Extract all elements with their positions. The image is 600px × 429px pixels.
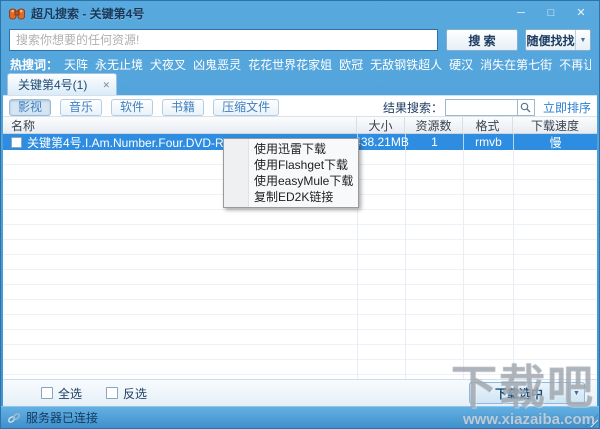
minimize-button[interactable]: ─ (511, 6, 531, 21)
filter-toolbar: 影视 音乐 软件 书籍 压缩文件 结果搜索： 立即排序 (3, 96, 597, 116)
download-selected-label: 下载选中 (470, 385, 568, 402)
filter-music-button[interactable]: 音乐 (60, 99, 102, 116)
invert-select-checkbox[interactable] (106, 387, 118, 399)
hot-term[interactable]: 花花世界花家姐 (248, 56, 332, 72)
hot-term[interactable]: 天阵 (64, 56, 88, 72)
result-search-label: 结果搜索： (383, 99, 443, 116)
hot-term[interactable]: 凶鬼恶灵 (193, 56, 241, 72)
search-input[interactable] (9, 29, 438, 51)
hot-term[interactable]: 犬夜叉 (150, 56, 186, 72)
search-icon[interactable] (517, 99, 535, 116)
binoculars-icon (9, 7, 25, 20)
hot-term[interactable]: 无敌钢铁超人 (370, 56, 442, 72)
header-size[interactable]: 大小 (357, 117, 405, 133)
title-bar: 超凡搜索 - 关键第4号 ─ □ ✕ (1, 1, 599, 25)
tab-close-icon[interactable]: ✕ (102, 80, 110, 90)
chevron-down-icon[interactable]: ▼ (575, 30, 590, 50)
download-selected-button[interactable]: 下载选中 ▼ (469, 382, 585, 404)
lucky-search-label: 随便找找 (526, 32, 575, 49)
result-search-group: 结果搜索： 立即排序 (383, 99, 591, 116)
status-bar: 服务器已连接 (1, 406, 599, 428)
select-all-checkbox[interactable] (41, 387, 53, 399)
filter-books-button[interactable]: 书籍 (162, 99, 204, 116)
header-count[interactable]: 资源数 (405, 117, 463, 133)
result-speed-cell: 慢 (513, 134, 597, 150)
header-speed[interactable]: 下载速度 (513, 117, 597, 133)
app-window: 超凡搜索 - 关键第4号 ─ □ ✕ 搜 索 随便找找 ▼ 热搜词： 天阵 永无… (0, 0, 600, 429)
context-menu: 使用迅雷下载 使用Flashget下载 使用easyMule下载 复制ED2K链… (223, 138, 359, 208)
status-text: 服务器已连接 (26, 409, 98, 426)
hot-words-label: 热搜词： (10, 56, 58, 72)
menu-item-flashget-download[interactable]: 使用Flashget下载 (224, 157, 358, 173)
row-checkbox[interactable] (11, 137, 22, 148)
maximize-button[interactable]: □ (541, 6, 561, 21)
invert-select-group[interactable]: 反选 (106, 385, 147, 402)
sort-now-link[interactable]: 立即排序 (543, 99, 591, 116)
window-title: 超凡搜索 - 关键第4号 (31, 5, 144, 22)
hot-term[interactable]: 永无止境 (95, 56, 143, 72)
select-all-group[interactable]: 全选 (41, 385, 82, 402)
link-icon (7, 412, 21, 424)
filter-video-button[interactable]: 影视 (9, 99, 51, 116)
search-button[interactable]: 搜 索 (446, 29, 518, 51)
result-format-cell: rmvb (463, 134, 513, 150)
hot-words-row: 热搜词： 天阵 永无止境 犬夜叉 凶鬼恶灵 花花世界花家姐 欧冠 无敌钢铁超人 … (10, 56, 591, 72)
filter-archive-button[interactable]: 压缩文件 (213, 99, 279, 116)
menu-item-easymule-download[interactable]: 使用easyMule下载 (224, 173, 358, 189)
hot-term[interactable]: 硬汉 (449, 56, 473, 72)
header-name[interactable]: 名称 (3, 117, 357, 133)
result-search-input[interactable] (445, 99, 517, 116)
column-divider (463, 150, 464, 379)
hot-term[interactable]: 不再让你孤单 (559, 56, 591, 72)
result-size-cell: 438.21MB (357, 134, 405, 150)
select-all-label: 全选 (58, 385, 82, 402)
tab-search-result[interactable]: 关键第4号(1) ✕ (7, 73, 117, 95)
result-count-cell: 1 (405, 134, 463, 150)
chevron-down-icon[interactable]: ▼ (568, 383, 584, 403)
lucky-search-button[interactable]: 随便找找 ▼ (525, 29, 591, 51)
window-controls: ─ □ ✕ (511, 6, 591, 21)
selection-panel: 全选 反选 下载选中 ▼ (3, 379, 597, 406)
resize-grip[interactable] (585, 414, 598, 427)
search-bar: 搜 索 随便找找 ▼ (9, 29, 591, 51)
hot-term[interactable]: 消失在第七街 (480, 56, 552, 72)
menu-item-copy-ed2k[interactable]: 复制ED2K链接 (224, 189, 358, 205)
invert-select-label: 反选 (123, 385, 147, 402)
header-format[interactable]: 格式 (463, 117, 513, 133)
table-header: 名称 大小 资源数 格式 下载速度 (3, 116, 597, 134)
tab-bar: 关键第4号(1) ✕ (1, 71, 599, 95)
filter-software-button[interactable]: 软件 (111, 99, 153, 116)
hot-term[interactable]: 欧冠 (339, 56, 363, 72)
column-divider (405, 150, 406, 379)
menu-item-thunder-download[interactable]: 使用迅雷下载 (224, 141, 358, 157)
tab-label: 关键第4号(1) (18, 76, 87, 93)
close-button[interactable]: ✕ (571, 6, 591, 21)
column-divider (513, 150, 514, 379)
